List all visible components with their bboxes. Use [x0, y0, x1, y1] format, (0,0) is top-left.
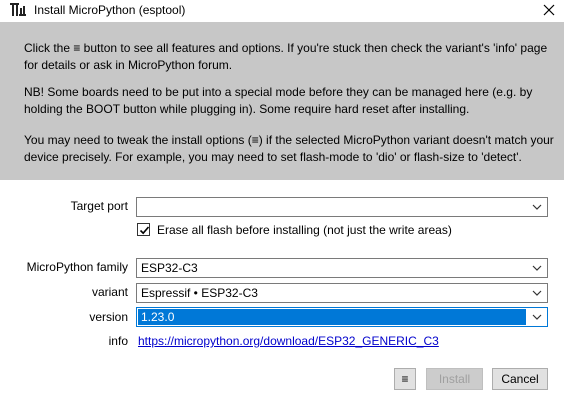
variant-info-link[interactable]: https://micropython.org/download/ESP32_G…	[138, 334, 439, 348]
version-value: 1.23.0	[138, 309, 526, 325]
chevron-down-icon[interactable]	[527, 259, 547, 277]
target-port-label: Target port	[70, 199, 128, 213]
variant-select[interactable]: Espressif • ESP32-C3	[136, 283, 548, 303]
window-title: Install MicroPython (esptool)	[34, 3, 186, 17]
info-label: info	[108, 334, 128, 348]
chevron-down-icon[interactable]	[527, 198, 547, 216]
close-button[interactable]	[534, 0, 564, 20]
cancel-button[interactable]: Cancel	[492, 368, 548, 390]
title-bar: Install MicroPython (esptool)	[0, 0, 564, 22]
close-icon	[543, 4, 555, 16]
info-paragraph-options: You may need to tweak the install option…	[24, 133, 554, 164]
version-label: version	[89, 310, 128, 324]
info-paragraph-help: Click the ≡ button to see all features a…	[24, 41, 548, 72]
variant-value: Espressif • ESP32-C3	[141, 286, 258, 300]
erase-flash-label[interactable]: Erase all flash before installing (not j…	[157, 223, 452, 237]
chevron-down-icon[interactable]	[527, 308, 547, 326]
checkmark-icon	[139, 226, 150, 235]
family-label: MicroPython family	[26, 260, 128, 274]
chevron-down-icon[interactable]	[527, 284, 547, 302]
install-button[interactable]: Install	[426, 368, 483, 390]
info-panel: Click the ≡ button to see all features a…	[0, 22, 564, 180]
family-value: ESP32-C3	[141, 261, 198, 275]
options-menu-button[interactable]: ≡	[394, 368, 416, 390]
variant-label: variant	[91, 285, 128, 299]
info-paragraph-boot-mode: NB! Some boards need to be put into a sp…	[24, 85, 533, 116]
erase-flash-checkbox[interactable]	[137, 223, 150, 236]
version-select[interactable]: 1.23.0	[136, 307, 548, 327]
family-select[interactable]: ESP32-C3	[136, 258, 548, 278]
app-logo-icon	[10, 3, 26, 17]
target-port-select[interactable]	[136, 197, 548, 217]
